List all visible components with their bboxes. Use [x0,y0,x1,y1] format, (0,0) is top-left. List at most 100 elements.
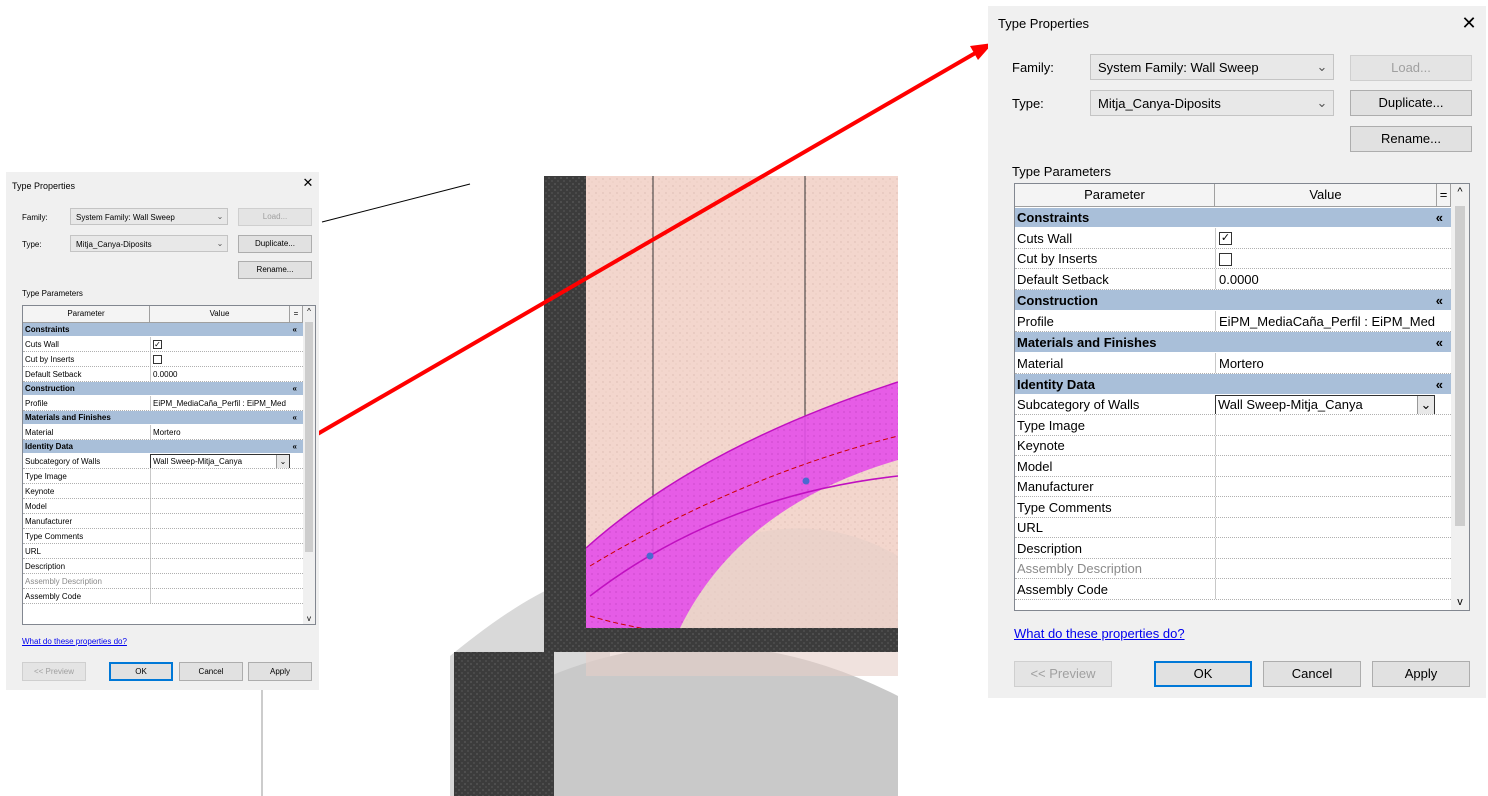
param-value[interactable]: EiPM_MediaCaña_Perfil : EiPM_Med [1219,311,1435,331]
row-manufacturer[interactable]: Manufacturer [1015,477,1451,497]
param-value[interactable]: 0.0000 [153,367,177,381]
row-cut-by-inserts[interactable]: Cut by Inserts [1015,249,1451,269]
row-keynote[interactable]: Keynote [23,484,303,499]
value-column-header[interactable]: Value [150,306,290,322]
row-default-setback[interactable]: Default Setback 0.0000 [23,367,303,382]
double-chevron-up-icon[interactable]: « [1436,374,1443,394]
row-type-image[interactable]: Type Image [23,469,303,484]
parameter-column-header[interactable]: Parameter [23,306,150,322]
row-subcategory[interactable]: Subcategory of Walls Wall Sweep-Mitja_Can… [1015,395,1451,415]
cancel-button[interactable]: Cancel [1263,661,1361,687]
row-description[interactable]: Description [1015,538,1451,559]
row-model[interactable]: Model [1015,456,1451,477]
apply-button[interactable]: Apply [1372,661,1470,687]
row-assembly-code[interactable]: Assembly Code [1015,579,1451,600]
row-profile[interactable]: Profile EiPM_MediaCaña_Perfil : EiPM_Med [23,396,303,411]
help-link[interactable]: What do these properties do? [1014,626,1185,641]
double-chevron-up-icon[interactable]: « [1436,208,1443,227]
row-manufacturer[interactable]: Manufacturer [23,514,303,529]
duplicate-button[interactable]: Duplicate... [1350,90,1472,116]
param-name: Type Comments [1017,500,1112,515]
subcategory-value: Wall Sweep-Mitja_Canya [1218,397,1363,412]
type-select[interactable]: Mitja_Canya-Diposits ⌄ [1090,90,1334,116]
row-cuts-wall[interactable]: Cuts Wall ✓ [23,337,303,352]
preview-button[interactable]: << Preview [1014,661,1112,687]
grid-scrollbar[interactable]: ^ v [1451,184,1469,610]
help-link[interactable]: What do these properties do? [22,637,127,646]
row-material[interactable]: Material Mortero [23,425,303,440]
group-identity[interactable]: Identity Data « [23,440,303,454]
subcategory-select[interactable]: Wall Sweep-Mitja_Canya ⌄ [150,454,290,468]
cancel-button[interactable]: Cancel [179,662,243,681]
ok-button[interactable]: OK [109,662,173,681]
row-type-comments[interactable]: Type Comments [1015,497,1451,518]
row-type-image[interactable]: Type Image [1015,415,1451,436]
close-icon[interactable]: ✕ [1458,12,1480,34]
value-column-header[interactable]: Value [1215,184,1437,206]
load-button[interactable]: Load... [1350,55,1472,81]
ok-button[interactable]: OK [1154,661,1252,687]
row-url[interactable]: URL [23,544,303,559]
scroll-thumb[interactable] [305,322,313,552]
family-select[interactable]: System Family: Wall Sweep ⌄ [70,208,228,225]
subcategory-select[interactable]: Wall Sweep-Mitja_Canya ⌄ [1215,395,1435,414]
group-identity[interactable]: Identity Data « [1015,374,1451,395]
row-assembly-description[interactable]: Assembly Description [1015,559,1451,579]
row-material[interactable]: Material Mortero [1015,353,1451,374]
group-materials[interactable]: Materials and Finishes « [1015,332,1451,353]
param-value[interactable]: EiPM_MediaCaña_Perfil : EiPM_Med [153,396,286,410]
rename-button[interactable]: Rename... [238,261,312,279]
double-chevron-up-icon[interactable]: « [1436,290,1443,310]
group-constraints[interactable]: Constraints « [23,323,303,337]
duplicate-button[interactable]: Duplicate... [238,235,312,253]
row-type-comments[interactable]: Type Comments [23,529,303,544]
cut-by-inserts-checkbox[interactable] [1219,253,1232,266]
double-chevron-up-icon[interactable]: « [293,323,297,336]
double-chevron-up-icon[interactable]: « [1436,332,1443,352]
type-properties-dialog-small: Type Properties ✕ Family: System Family:… [6,172,319,690]
row-model[interactable]: Model [23,499,303,514]
close-icon[interactable]: ✕ [301,176,315,190]
row-cut-by-inserts[interactable]: Cut by Inserts [23,352,303,367]
param-value[interactable]: Mortero [1219,353,1264,373]
double-chevron-up-icon[interactable]: « [293,411,297,424]
load-button[interactable]: Load... [238,208,312,226]
group-construction[interactable]: Construction « [1015,290,1451,311]
scroll-thumb[interactable] [1455,206,1465,526]
rename-button[interactable]: Rename... [1350,126,1472,152]
scroll-down-icon[interactable]: v [1451,596,1469,608]
row-keynote[interactable]: Keynote [1015,436,1451,456]
group-materials[interactable]: Materials and Finishes « [23,411,303,425]
scroll-up-icon[interactable]: ^ [303,307,315,316]
cut-by-inserts-checkbox[interactable] [153,355,162,364]
group-constraints[interactable]: Constraints « [1015,208,1451,228]
column-menu-icon[interactable]: = [290,306,303,322]
row-assembly-code[interactable]: Assembly Code [23,589,303,604]
chevron-down-icon[interactable]: ⌄ [1417,396,1434,414]
row-default-setback[interactable]: Default Setback 0.0000 [1015,269,1451,290]
row-url[interactable]: URL [1015,518,1451,538]
type-select[interactable]: Mitja_Canya-Diposits ⌄ [70,235,228,252]
row-subcategory[interactable]: Subcategory of Walls Wall Sweep-Mitja_Can… [23,454,303,469]
double-chevron-up-icon[interactable]: « [293,440,297,453]
cuts-wall-checkbox[interactable]: ✓ [1219,232,1232,245]
row-assembly-description[interactable]: Assembly Description [23,574,303,589]
double-chevron-up-icon[interactable]: « [293,382,297,395]
group-construction[interactable]: Construction « [23,382,303,396]
chevron-down-icon[interactable]: ⌄ [276,455,289,468]
parameter-column-header[interactable]: Parameter [1015,184,1215,206]
cuts-wall-checkbox[interactable]: ✓ [153,340,162,349]
row-description[interactable]: Description [23,559,303,574]
family-select[interactable]: System Family: Wall Sweep ⌄ [1090,54,1334,80]
scroll-up-icon[interactable]: ^ [1451,186,1469,198]
param-name: Default Setback [25,370,82,379]
row-profile[interactable]: Profile EiPM_MediaCaña_Perfil : EiPM_Med [1015,311,1451,332]
preview-button[interactable]: << Preview [22,662,86,681]
scroll-down-icon[interactable]: v [303,614,315,623]
grid-scrollbar[interactable]: ^ v [303,306,315,624]
column-menu-icon[interactable]: = [1437,184,1451,206]
apply-button[interactable]: Apply [248,662,312,681]
param-value[interactable]: 0.0000 [1219,269,1259,289]
param-value[interactable]: Mortero [153,425,181,439]
row-cuts-wall[interactable]: Cuts Wall ✓ [1015,228,1451,249]
